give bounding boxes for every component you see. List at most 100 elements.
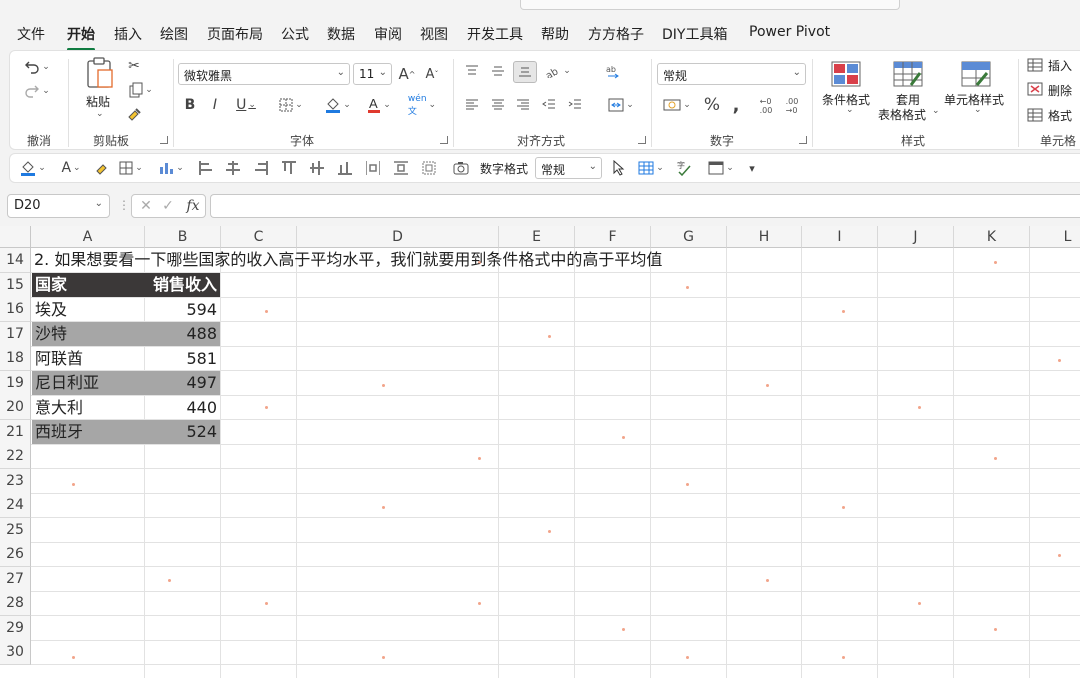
font-size-select[interactable]: 11 ⌄ [353, 63, 392, 85]
table-row-country[interactable]: 埃及 [32, 298, 145, 322]
row-header-28[interactable]: 28 [0, 591, 31, 616]
row-header-15[interactable]: 15 [0, 273, 31, 298]
search-box[interactable] [520, 0, 900, 10]
row-header-18[interactable]: 18 [0, 346, 31, 371]
paste-dropdown-icon[interactable]: ⌄ [96, 109, 104, 119]
qat-align-top-objects-icon[interactable] [279, 158, 299, 178]
table-row-sales[interactable]: 497 [145, 371, 220, 395]
borders-icon[interactable]: ⌄ [276, 95, 306, 115]
orientation-icon[interactable]: ab ⌄ [541, 61, 575, 81]
increase-indent-icon[interactable] [565, 95, 585, 115]
format-as-table-dropdown-icon[interactable]: ⌄ [932, 106, 940, 116]
table-row-sales[interactable]: 488 [145, 322, 220, 346]
format-painter-icon[interactable] [124, 105, 144, 123]
qat-align-right-objects-icon[interactable] [251, 158, 271, 178]
format-cells-icon[interactable] [1026, 107, 1044, 123]
tab-help[interactable]: 帮助 [541, 24, 569, 44]
row-header-23[interactable]: 23 [0, 469, 31, 494]
column-header-e[interactable]: E [499, 226, 575, 248]
confirm-entry-icon[interactable]: ✓ [160, 198, 176, 214]
tab-file[interactable]: 文件 [17, 24, 45, 44]
column-header-c[interactable]: C [221, 226, 297, 248]
column-header-k[interactable]: K [954, 226, 1030, 248]
qat-fill-color-icon[interactable]: ⌄ [16, 158, 50, 178]
name-box[interactable]: D20 ⌄ [7, 194, 110, 218]
cell-styles-icon[interactable] [960, 59, 992, 89]
row-header-24[interactable]: 24 [0, 493, 31, 518]
underline-icon[interactable]: U ⌄ [232, 95, 260, 115]
font-color-icon[interactable]: A ⌄ [364, 95, 394, 115]
alignment-launcher-icon[interactable] [638, 136, 646, 144]
tab-draw[interactable]: 绘图 [160, 24, 188, 44]
redo-icon[interactable]: ⌄ [22, 81, 52, 101]
qat-select-cells-icon[interactable]: ⌄ [634, 158, 668, 178]
align-right-icon[interactable] [513, 95, 533, 115]
column-header-h[interactable]: H [727, 226, 802, 248]
qat-group-icon[interactable] [419, 158, 439, 178]
table-row-country[interactable]: 意大利 [32, 396, 145, 420]
qat-select-pointer-icon[interactable] [610, 158, 628, 178]
percent-icon[interactable]: % [702, 95, 722, 115]
row-header-27[interactable]: 27 [0, 567, 31, 592]
qat-align-middle-objects-icon[interactable] [307, 158, 327, 178]
qat-borders-icon[interactable]: ⌄ [114, 158, 148, 178]
increase-font-icon[interactable]: A ^ [397, 63, 417, 85]
table-row-country[interactable]: 西班牙 [32, 420, 145, 444]
header-sales-cell[interactable]: 销售收入 [145, 273, 220, 297]
tab-review[interactable]: 审阅 [374, 24, 402, 44]
format-as-table-icon[interactable] [892, 59, 924, 89]
column-header-d[interactable]: D [297, 226, 499, 248]
qat-chart-icon[interactable]: ⌄ [154, 158, 188, 178]
format-as-table-button[interactable]: 表格格式 [878, 106, 926, 123]
select-all-corner[interactable] [0, 226, 31, 248]
qat-page-setup-icon[interactable]: ⌄ [704, 158, 738, 178]
table-row-sales[interactable]: 524 [145, 420, 220, 444]
tab-page-layout[interactable]: 页面布局 [207, 24, 263, 44]
tab-power-pivot[interactable]: Power Pivot [749, 24, 830, 40]
qat-font-color-icon[interactable]: A ⌄ [56, 158, 86, 178]
format-cells-button[interactable]: 格式 [1048, 107, 1072, 124]
qat-align-center-objects-icon[interactable] [223, 158, 243, 178]
align-bottom-icon[interactable] [513, 61, 537, 83]
cut-icon[interactable]: ✂ [124, 57, 144, 75]
tab-home[interactable]: 开始 [67, 24, 95, 51]
qat-customize-icon[interactable]: ▾ [744, 158, 760, 178]
note-cell[interactable]: 2. 如果想要看一下哪些国家的收入高于平均水平，我们就要用到条件格式中的高于平均… [31, 248, 751, 272]
cancel-entry-icon[interactable]: ✕ [138, 198, 154, 214]
formula-bar-splitter-icon[interactable]: ⋮ [118, 198, 130, 212]
tab-insert[interactable]: 插入 [114, 24, 142, 44]
table-row-sales[interactable]: 594 [145, 298, 220, 322]
tab-data[interactable]: 数据 [327, 24, 355, 44]
column-header-j[interactable]: J [878, 226, 954, 248]
delete-cells-button[interactable]: 删除 [1048, 82, 1072, 99]
qat-format-painter-icon[interactable] [92, 158, 112, 178]
paste-button[interactable]: 粘贴 [86, 93, 110, 110]
table-row-country[interactable]: 沙特 [32, 322, 145, 346]
table-row-country[interactable]: 阿联酋 [32, 347, 145, 371]
font-launcher-icon[interactable] [440, 136, 448, 144]
comma-style-icon[interactable]: , [728, 95, 744, 116]
tab-formulas[interactable]: 公式 [281, 24, 309, 44]
qat-distribute-h-icon[interactable] [363, 158, 383, 178]
wrap-text-icon[interactable]: ab [604, 61, 624, 83]
insert-function-icon[interactable]: fx [184, 197, 202, 215]
clipboard-launcher-icon[interactable] [160, 136, 168, 144]
row-header-19[interactable]: 19 [0, 371, 31, 396]
conditional-format-icon[interactable] [830, 59, 862, 89]
insert-cells-button[interactable]: 插入 [1048, 57, 1072, 74]
tab-diy-toolbox[interactable]: DIY工具箱 [662, 24, 727, 44]
table-row-sales[interactable]: 581 [145, 347, 220, 371]
number-launcher-icon[interactable] [799, 136, 807, 144]
fill-color-icon[interactable]: ⌄ [322, 95, 354, 115]
decrease-font-icon[interactable]: Aˇ [422, 63, 442, 85]
column-header-b[interactable]: B [145, 226, 221, 248]
column-header-l[interactable]: L [1030, 226, 1080, 248]
conditional-format-dropdown-icon[interactable]: ⌄ [846, 105, 854, 115]
align-top-icon[interactable] [462, 61, 482, 81]
paste-icon[interactable] [82, 55, 118, 91]
number-format-select[interactable]: 常规 ⌄ [657, 63, 806, 85]
cell-styles-dropdown-icon[interactable]: ⌄ [974, 105, 982, 115]
row-header-20[interactable]: 20 [0, 395, 31, 420]
header-country-cell[interactable]: 国家 [32, 273, 145, 297]
row-header-21[interactable]: 21 [0, 420, 31, 445]
